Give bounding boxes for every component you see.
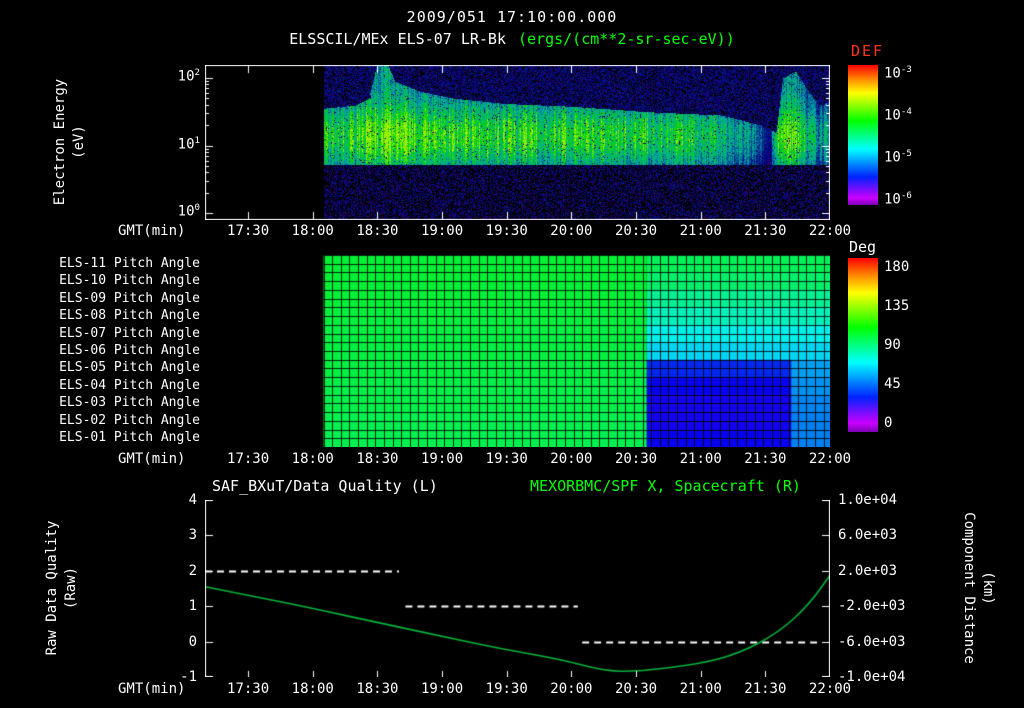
time-tick-label: 20:00 (550, 223, 593, 239)
pitch-row-label: ELS-07 Pitch Angle (59, 325, 200, 341)
def-scale-tick-label: 10-5 (884, 149, 912, 166)
quality-tick-label: 1 (188, 598, 197, 615)
def-scale-tick-label: 10-3 (884, 65, 912, 82)
time-tick-label: 18:30 (356, 681, 399, 697)
def-scale-tick-label: 10-4 (884, 107, 912, 124)
science-plot-screen: 2009/051 17:10:00.000 ELSSCIL/MEx ELS-07… (0, 0, 1024, 708)
time-tick-label: 20:00 (550, 681, 593, 697)
time-tick-label: 17:30 (227, 451, 270, 467)
distance-tick-label: 1.0e+04 (838, 492, 898, 508)
distance-tick-label: -6.0e+03 (838, 633, 906, 650)
quality-tick-label: 2 (188, 562, 197, 579)
time-tick-label: 21:30 (744, 223, 787, 239)
deg-scale-tick-label: 45 (884, 376, 901, 392)
time-tick-label: 19:30 (485, 451, 528, 467)
quality-tick-label: 4 (188, 492, 197, 508)
time-tick-label: 22:00 (808, 451, 852, 467)
spectrogram-ylabel-units: (eV) (71, 125, 87, 159)
gmt-axis-label: GMT(min) (118, 223, 186, 239)
deg-scale-tick-label: 90 (884, 337, 901, 353)
pitch-row-label: ELS-08 Pitch Angle (59, 308, 200, 324)
time-tick-label: 19:00 (420, 681, 464, 697)
energy-tick-label: 100 (177, 203, 200, 220)
time-tick-label: 18:30 (356, 223, 399, 239)
pitch-row-label: ELS-09 Pitch Angle (59, 290, 200, 306)
distance-tick-label: -2.0e+03 (838, 598, 906, 615)
time-tick-label: 20:30 (614, 681, 658, 697)
time-tick-label: 20:30 (614, 451, 658, 467)
time-axis-row: GMT(min) 17:30 18:00 18:30 19:00 19:30 20:00 20… (0, 223, 1024, 240)
time-tick-label: 17:30 (227, 681, 270, 697)
def-colorbar (848, 65, 878, 205)
quality-y-axis-label: Raw Data Quality (Raw) (43, 521, 81, 656)
spectrogram-y-axis-label: Electron Energy (eV) (51, 79, 89, 205)
time-tick-label: 20:00 (550, 451, 593, 467)
pitch-angle-heatmap (205, 255, 830, 447)
energy-tick-label: 101 (177, 135, 200, 153)
def-colorbar-title: DEF (851, 42, 885, 60)
time-tick-label: 17:30 (227, 223, 270, 239)
pitch-row-label: ELS-11 Pitch Angle (59, 255, 200, 271)
deg-scale-tick-label: 180 (884, 259, 910, 275)
time-tick-label: 18:00 (291, 223, 334, 239)
quality-distance-plot (205, 500, 830, 677)
time-tick-label: 19:00 (420, 451, 464, 467)
distance-y-axis-label: (km) Component Distance (959, 512, 997, 664)
timestamp-title: 2009/051 17:10:00.000 (406, 8, 618, 26)
deg-colorbar-title: Deg (849, 238, 877, 256)
electron-spectrogram-plot (205, 65, 830, 220)
def-scale-tick-label: 10-6 (884, 191, 912, 208)
quality-ylabel-units: (Raw) (63, 566, 79, 610)
distance-tick-label: -1.0e+04 (838, 669, 906, 685)
spectrogram-ylabel-line: Electron Energy (52, 78, 68, 206)
spacecraft-series-title: MEXORBMC/SPF X, Spacecraft (R) (530, 477, 801, 495)
pitch-row-label: ELS-03 Pitch Angle (59, 395, 200, 411)
pitch-row-label: ELS-04 Pitch Angle (59, 377, 200, 393)
time-tick-label: 21:00 (679, 223, 722, 239)
flux-units-label: (ergs/(cm**2-sr-sec-eV)) (518, 30, 735, 48)
time-tick-label: 20:30 (614, 223, 658, 239)
time-tick-label: 18:30 (356, 451, 399, 467)
time-tick-label: 21:00 (679, 681, 722, 697)
energy-tick-label: 102 (177, 67, 200, 85)
distance-ylabel-line: Component Distance (961, 512, 977, 664)
quality-tick-label: -1 (180, 669, 197, 685)
time-axis-row: GMT(min) 17:30 18:00 18:30 19:00 19:30 20:00 20… (0, 451, 1024, 468)
time-tick-label: 19:30 (485, 223, 528, 239)
distance-tick-label: 6.0e+03 (838, 527, 898, 544)
deg-scale-tick-label: 135 (884, 298, 910, 314)
deg-scale-tick-label: 0 (884, 415, 893, 431)
pitch-row-label: ELS-02 Pitch Angle (59, 412, 200, 428)
quality-series-title: SAF_BXuT/Data Quality (L) (212, 477, 438, 495)
deg-colorbar (848, 258, 878, 432)
pitch-row-label: ELS-10 Pitch Angle (59, 273, 200, 289)
time-tick-label: 22:00 (808, 223, 852, 239)
time-tick-label: 21:30 (744, 451, 787, 467)
pitch-row-label: ELS-01 Pitch Angle (59, 430, 200, 446)
quality-tick-label: 0 (188, 633, 197, 650)
time-tick-label: 21:30 (744, 681, 787, 697)
distance-ylabel-units: (km) (980, 571, 996, 605)
instrument-name: ELSSCIL/MEx ELS-07 LR-Bk (289, 30, 506, 48)
gmt-axis-label: GMT(min) (118, 451, 186, 467)
quality-tick-label: 3 (188, 527, 197, 544)
time-tick-label: 18:00 (291, 451, 334, 467)
time-tick-label: 21:00 (679, 451, 722, 467)
time-tick-label: 18:00 (291, 681, 334, 697)
pitch-row-label: ELS-05 Pitch Angle (59, 360, 200, 376)
distance-tick-label: 2.0e+03 (838, 562, 898, 579)
quality-ylabel-line: Raw Data Quality (44, 520, 60, 656)
pitch-row-label: ELS-06 Pitch Angle (59, 342, 200, 358)
time-tick-label: 19:00 (420, 223, 464, 239)
time-tick-label: 19:30 (485, 681, 528, 697)
